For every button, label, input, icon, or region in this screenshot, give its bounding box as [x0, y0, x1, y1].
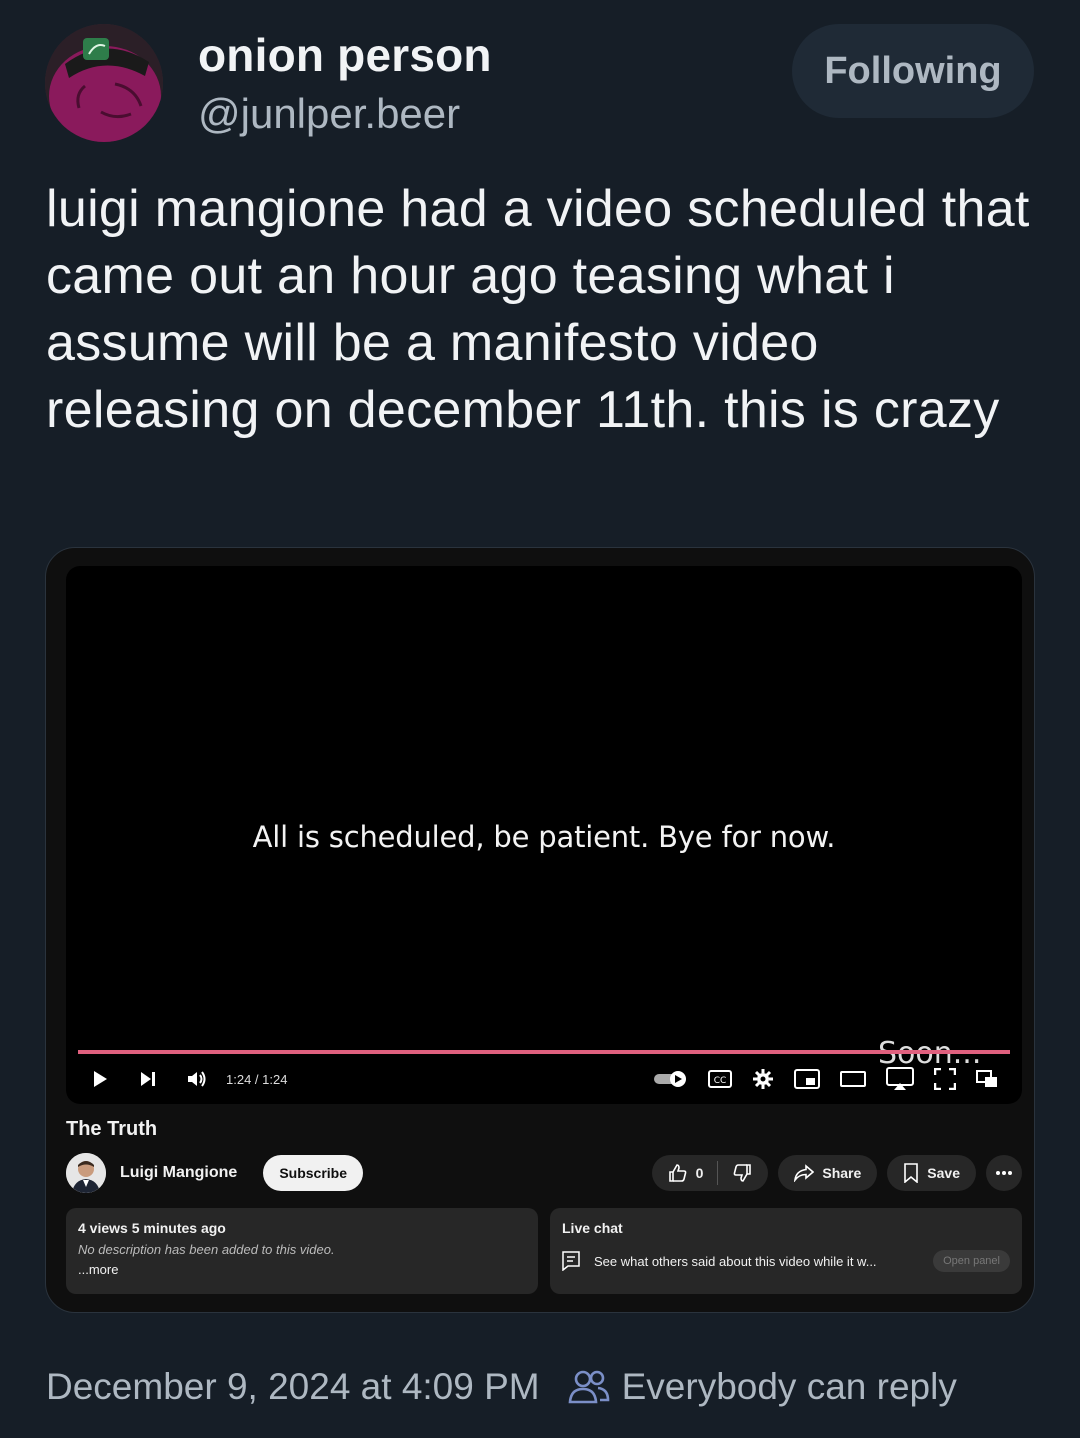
live-chat-text: See what others said about this video wh…: [594, 1253, 877, 1269]
share-button[interactable]: Share: [778, 1155, 878, 1191]
post: onion person @junlper.beer Following lui…: [0, 0, 1080, 1438]
embedded-image[interactable]: All is scheduled, be patient. Bye for no…: [45, 547, 1035, 1313]
open-panel-button[interactable]: Open panel: [933, 1250, 1010, 1272]
more-dots-icon: [995, 1170, 1013, 1176]
fullscreen-icon[interactable]: [934, 1068, 956, 1090]
time-display: 1:24 / 1:24: [226, 1071, 288, 1087]
description-box[interactable]: 4 views 5 minutes ago No description has…: [66, 1208, 538, 1294]
share-arrow-icon: [794, 1164, 815, 1182]
channel-avatar[interactable]: [66, 1153, 106, 1193]
post-text: luigi mangione had a video scheduled tha…: [46, 180, 1030, 439]
bookmark-icon: [903, 1163, 919, 1183]
progress-bar[interactable]: [78, 1050, 1010, 1054]
video-actions: 0 Share Save: [651, 1155, 1022, 1191]
play-icon[interactable]: [90, 1069, 110, 1089]
author-handle[interactable]: @junlper.beer: [198, 90, 460, 138]
video-title[interactable]: The Truth: [66, 1118, 157, 1141]
post-timestamp[interactable]: December 9, 2024 at 4:09 PM: [46, 1366, 540, 1408]
chat-icon: [562, 1251, 580, 1271]
autoplay-toggle-icon[interactable]: [652, 1069, 688, 1089]
thumbs-down-icon[interactable]: [732, 1163, 752, 1183]
post-footer: December 9, 2024 at 4:09 PM Everybody ca…: [46, 1362, 957, 1412]
channel-name[interactable]: Luigi Mangione: [120, 1164, 237, 1182]
cast-icon[interactable]: [886, 1067, 914, 1091]
people-icon: [568, 1369, 610, 1405]
onion-avatar-icon: [45, 24, 163, 142]
reply-setting[interactable]: Everybody can reply: [622, 1366, 957, 1408]
live-chat-title: Live chat: [562, 1220, 623, 1236]
share-label: Share: [822, 1165, 862, 1181]
player-controls: 1:24 / 1:24 CC: [90, 1064, 998, 1094]
video-player[interactable]: All is scheduled, be patient. Bye for no…: [66, 566, 1022, 1104]
live-chat-row: See what others said about this video wh…: [562, 1250, 1010, 1272]
next-icon[interactable]: [138, 1069, 158, 1089]
theater-mode-icon[interactable]: [840, 1070, 866, 1088]
save-button[interactable]: Save: [887, 1155, 976, 1191]
view-stats: 4 views 5 minutes ago: [78, 1220, 226, 1236]
captions-icon[interactable]: CC: [708, 1070, 732, 1088]
settings-gear-icon[interactable]: [752, 1068, 774, 1090]
like-dislike-group: 0: [651, 1155, 769, 1191]
like-count: 0: [695, 1165, 704, 1181]
progress-fill: [78, 1050, 1010, 1054]
subscribe-button[interactable]: Subscribe: [263, 1155, 364, 1191]
description-text: No description has been added to this vi…: [78, 1242, 335, 1257]
live-chat-box: Live chat See what others said about thi…: [550, 1208, 1022, 1294]
save-label: Save: [927, 1165, 960, 1181]
more-actions-button[interactable]: [986, 1155, 1022, 1191]
author-avatar[interactable]: [45, 24, 163, 142]
following-button[interactable]: Following: [792, 24, 1034, 118]
like-separator: [717, 1161, 719, 1185]
show-more-link[interactable]: ...more: [78, 1262, 526, 1277]
volume-icon[interactable]: [186, 1069, 208, 1089]
channel-row: Luigi Mangione Subscribe 0 Share Save: [66, 1152, 1022, 1194]
picture-in-picture-icon[interactable]: [976, 1070, 998, 1088]
video-caption: All is scheduled, be patient. Bye for no…: [252, 820, 836, 854]
author-display-name[interactable]: onion person: [198, 28, 492, 82]
svg-text:CC: CC: [714, 1076, 727, 1086]
thumbs-up-icon[interactable]: [668, 1163, 688, 1183]
miniplayer-icon[interactable]: [794, 1069, 820, 1089]
